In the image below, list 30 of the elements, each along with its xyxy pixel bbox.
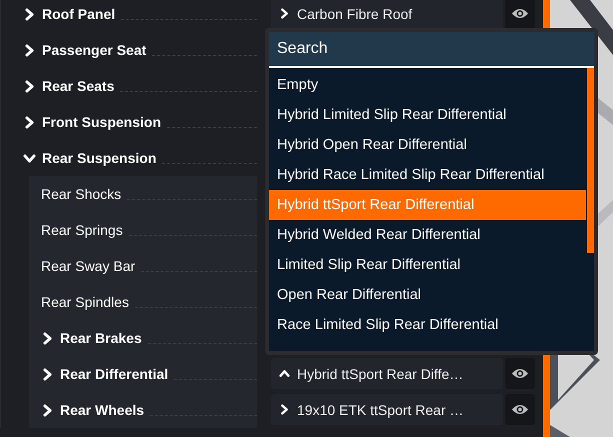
visibility-button[interactable] (505, 0, 535, 29)
tree-item-label[interactable]: Rear Seats (42, 78, 114, 94)
scrollbar-thumb[interactable] (587, 68, 594, 253)
eye-icon (511, 367, 529, 380)
search-field[interactable]: Search (269, 32, 594, 68)
part-select[interactable]: Carbon Fibre Roof (271, 0, 503, 29)
dropdown-option[interactable]: Hybrid Race Limited Slip Rear Differential (269, 160, 586, 190)
eye-icon (511, 403, 529, 416)
tree-item-label[interactable]: Passenger Seat (42, 42, 146, 58)
tree-item-label[interactable]: Rear Suspension (42, 150, 156, 166)
visibility-button[interactable] (505, 394, 535, 425)
eye-icon (511, 7, 529, 20)
tree-item-label[interactable]: Rear Spindles (41, 294, 129, 310)
part-select[interactable]: Hybrid ttSport Rear Diffe… (271, 358, 503, 389)
tree-item-label[interactable]: Front Suspension (42, 114, 161, 130)
tree-item-label[interactable]: Rear Springs (41, 222, 123, 238)
tree-item-label[interactable]: Rear Shocks (41, 186, 122, 202)
part-select[interactable]: 19x10 ETK ttSport Rear … (271, 394, 503, 425)
visibility-button[interactable] (505, 358, 535, 389)
tree-item-label[interactable]: Roof Panel (42, 6, 116, 22)
dropdown-option[interactable]: Hybrid Limited Slip Rear Differential (269, 100, 586, 130)
dropdown-option[interactable]: Hybrid Open Rear Differential (269, 130, 586, 160)
dropdown-option[interactable]: Limited Slip Rear Differential (269, 250, 586, 280)
dropdown-option[interactable]: Empty (269, 70, 586, 100)
tree-item-label[interactable]: Rear Wheels (60, 402, 144, 418)
tree-item-label[interactable]: Rear Sway Bar (41, 258, 136, 274)
dropdown-option[interactable]: Open Rear Differential (269, 280, 586, 310)
dropdown-option[interactable]: Hybrid Welded Rear Differential (269, 220, 586, 250)
tree-item-label[interactable]: Rear Brakes (60, 330, 142, 346)
dropdown-option[interactable]: Race Limited Slip Rear Differential (269, 310, 586, 340)
